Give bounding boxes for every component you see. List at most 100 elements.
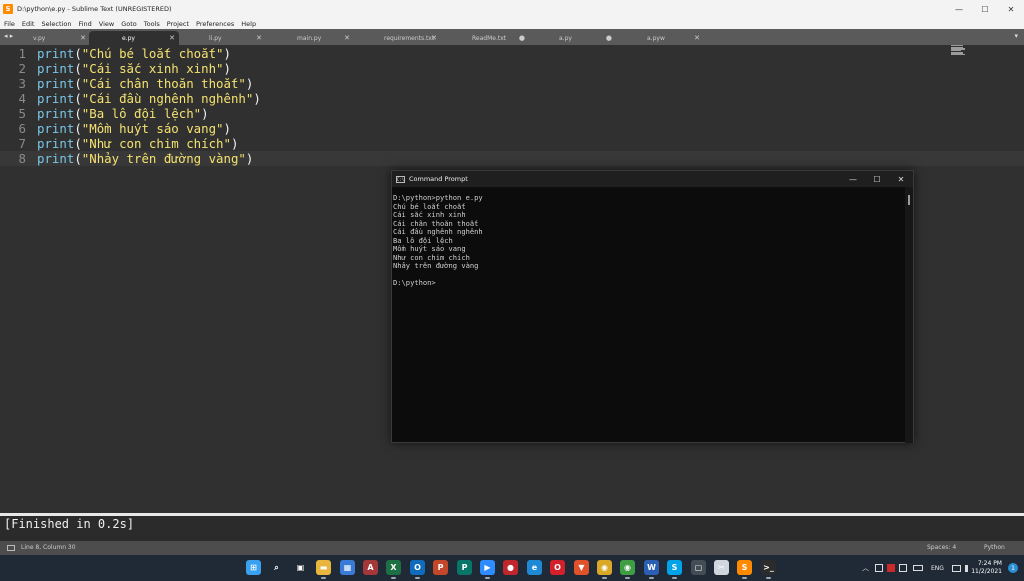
tab-close-icon[interactable]: ✕ [344,34,350,42]
tab-label: main.py [297,34,322,42]
code-text[interactable]: print("Cái sắc xinh xinh") [37,61,231,76]
skype-icon[interactable]: S [667,560,682,579]
tab-v-py[interactable]: v.py ✕ [0,31,90,45]
command-prompt-window[interactable]: C:\ Command Prompt — ☐ ✕ D:\python>pytho… [391,170,914,443]
tab-e-py[interactable]: e.py ✕ [89,31,179,45]
menu-project[interactable]: Project [167,20,189,28]
code-text[interactable]: print("Nhảy trên đường vàng") [37,151,253,166]
tab-close-icon[interactable]: ✕ [256,34,262,42]
task-view-icon[interactable]: ▣ [293,560,308,575]
code-line[interactable]: 7 print("Như con chim chích") [0,136,1024,151]
code-string: "Mồm huýt sáo vang" [81,121,224,136]
indentation-setting[interactable]: Spaces: 4 [927,544,956,551]
chrome-icon[interactable]: ◉ [597,560,612,579]
build-output-panel[interactable]: [Finished in 0.2s] [0,516,1024,541]
code-line[interactable]: 3 print("Cái chân thoăn thoắt") [0,76,1024,91]
minimize-button[interactable]: — [946,0,972,18]
tab-close-icon[interactable]: ✕ [431,34,437,42]
menu-selection[interactable]: Selection [41,20,71,28]
opera-icon[interactable]: O [550,560,565,575]
tab-close-icon[interactable]: ✕ [694,34,700,42]
menu-preferences[interactable]: Preferences [196,20,234,28]
menu-view[interactable]: View [99,20,114,28]
cmd-close-button[interactable]: ✕ [889,171,913,187]
menu-file[interactable]: File [4,20,15,28]
panel-toggle-icon[interactable] [7,545,15,551]
syntax-selector[interactable]: Python [984,544,1005,551]
code-text[interactable]: print("Cái đầu nghênh nghênh") [37,91,261,106]
chrome-beta-icon[interactable]: ◉ [620,560,635,579]
tray-overflow-icon[interactable]: ︿ [862,563,869,573]
cmd-title-bar[interactable]: C:\ Command Prompt — ☐ ✕ [392,171,913,187]
code-paren-close: ) [253,91,261,106]
tab-requirements-txt[interactable]: requirements.txt ✕ [351,31,441,45]
close-button[interactable]: ✕ [998,0,1024,18]
cmd-maximize-button[interactable]: ☐ [865,171,889,187]
code-text[interactable]: print("Ba lô đội lệch") [37,106,209,121]
excel-icon[interactable]: X [386,560,401,579]
clock[interactable]: 7:24 PM 11/2/2021 [971,560,1002,576]
powerpoint-icon[interactable]: P [433,560,448,575]
code-line[interactable]: 2 print("Cái sắc xinh xinh") [0,61,1024,76]
cmd-output[interactable]: D:\python>python e.py Chú bé loắt choắt … [393,193,903,288]
menu-goto[interactable]: Goto [121,20,137,28]
notification-badge-icon[interactable]: 1 [1008,563,1018,573]
menu-help[interactable]: Help [241,20,256,28]
minimap[interactable] [951,45,966,56]
window-title: D:\python\e.py - Sublime Text (UNREGISTE… [17,5,172,13]
tray-antivirus-icon[interactable] [887,564,895,572]
code-text[interactable]: print("Như con chim chích") [37,136,238,151]
code-line[interactable]: 1 print("Chú bé loắt choắt") [0,46,1024,61]
code-line[interactable]: 4 print("Cái đầu nghênh nghênh") [0,91,1024,106]
tab-list-dropdown-icon[interactable]: ▾ [1014,32,1018,40]
code-text[interactable]: print("Mồm huýt sáo vang") [37,121,231,136]
tab-a-pyw[interactable]: a.pyw ✕ [614,31,704,45]
tab-li-py[interactable]: li.py ✕ [176,31,266,45]
search-icon[interactable]: ⌕ [269,560,284,575]
code-paren-close: ) [223,46,231,61]
code-line[interactable]: 5 print("Ba lô đội lệch") [0,106,1024,121]
tab-close-icon[interactable]: ✕ [169,34,175,42]
code-string: "Ba lô đội lệch" [81,106,202,121]
publisher-icon[interactable]: P [457,560,472,575]
windows-start-icon[interactable]: ⊞ [246,560,261,575]
network-icon[interactable] [951,564,961,572]
cmd-scroll-thumb[interactable] [908,195,910,205]
tray-keyboard-icon[interactable] [913,565,923,571]
menu-tools[interactable]: Tools [144,20,160,28]
word-icon[interactable]: W [644,560,659,579]
snipping-icon[interactable]: ✂ [714,560,729,575]
tab-readme-txt[interactable]: ReadMe.txt ● [439,31,529,45]
cursor-position: Line 8, Column 30 [21,544,76,551]
sublime-icon[interactable]: S [737,560,752,579]
outlook-icon[interactable]: O [410,560,425,579]
access-icon[interactable]: A [363,560,378,575]
zoom-icon[interactable]: ▶ [480,560,495,579]
tab-main-py[interactable]: main.py ✕ [264,31,354,45]
tab-close-icon[interactable]: ✕ [80,34,86,42]
tab-unsaved-dot-icon[interactable]: ● [519,34,525,42]
maximize-button[interactable]: ☐ [972,0,998,18]
terminal-icon[interactable]: >_ [761,560,776,579]
edge-icon[interactable]: e [527,560,542,575]
store-icon[interactable]: ▦ [340,560,355,575]
device-icon[interactable]: ▢ [691,560,706,575]
file-explorer-icon[interactable]: ▬ [316,560,331,579]
tray-meet-icon[interactable] [899,564,907,572]
cmd-scrollbar[interactable] [905,187,913,443]
tray-app-icon[interactable] [875,564,883,572]
code-line[interactable]: 8 print("Nhảy trên đường vàng") [0,151,1024,166]
code-paren-close: ) [245,151,254,166]
code-text[interactable]: print("Cái chân thoăn thoắt") [37,76,253,91]
code-text[interactable]: print("Chú bé loắt choắt") [37,46,231,61]
code-function: print [37,151,75,166]
brave-icon[interactable]: ▼ [574,560,589,575]
tab-a-py[interactable]: a.py ● [526,31,616,45]
record-icon[interactable]: ● [503,560,518,575]
cmd-minimize-button[interactable]: — [841,171,865,187]
menu-edit[interactable]: Edit [22,20,35,28]
menu-find[interactable]: Find [78,20,91,28]
tab-unsaved-dot-icon[interactable]: ● [606,34,612,42]
code-line[interactable]: 6 print("Mồm huýt sáo vang") [0,121,1024,136]
language-indicator[interactable]: ENG [931,565,944,572]
